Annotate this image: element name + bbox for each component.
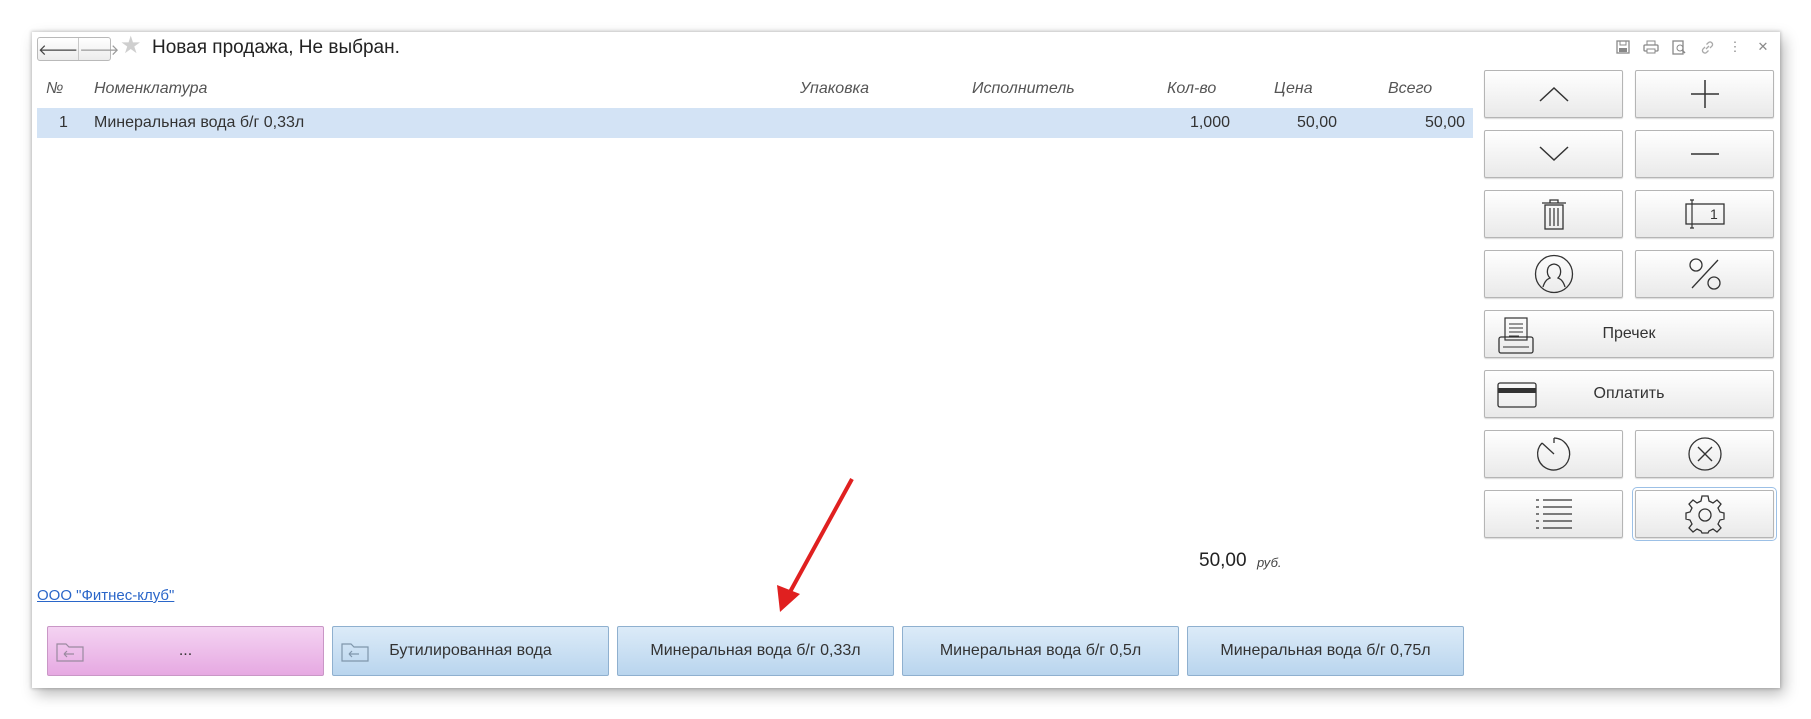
sales-window: 🡐 🡒 ★ Новая продажа, Не выбран. ⋮ ✕ № Но…: [32, 32, 1780, 688]
annotation-arrow: [777, 478, 854, 612]
